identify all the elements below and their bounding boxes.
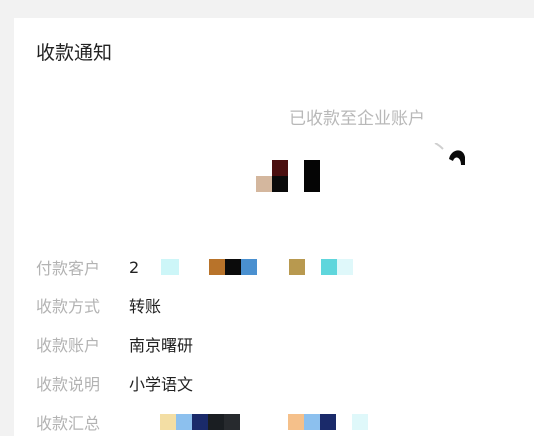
payer-obscured — [139, 259, 399, 275]
receipt-status: 已收款至企业账户 — [289, 109, 425, 129]
amount-digit-fragment — [434, 143, 465, 165]
field-label-method: 收款方式 — [36, 297, 101, 316]
field-row-account: 收款账户 南京曙研 — [36, 332, 193, 356]
field-label-summary: 收款汇总 — [36, 414, 101, 433]
field-label-payer: 付款客户 — [36, 259, 101, 278]
field-label-account: 收款账户 — [36, 336, 101, 355]
field-value-account: 南京曙研 — [129, 336, 194, 355]
field-value-method: 转账 — [129, 297, 162, 316]
field-value-note: 小学语文 — [129, 375, 194, 394]
field-row-summary: 收款汇总 — [36, 410, 389, 434]
summary-obscured — [129, 414, 389, 430]
field-value-payer: 2 — [129, 257, 140, 277]
notice-title: 收款通知 — [36, 42, 113, 64]
field-label-note: 收款说明 — [36, 375, 101, 394]
field-row-method: 收款方式 转账 — [36, 293, 161, 317]
payment-notice-card: 收款通知 已收款至企业账户 付款客户 2 收款方式 转账 收款账户 南京曙研 收… — [14, 18, 534, 436]
field-row-note: 收款说明 小学语文 — [36, 371, 193, 395]
field-row-payer: 付款客户 2 — [36, 255, 399, 279]
